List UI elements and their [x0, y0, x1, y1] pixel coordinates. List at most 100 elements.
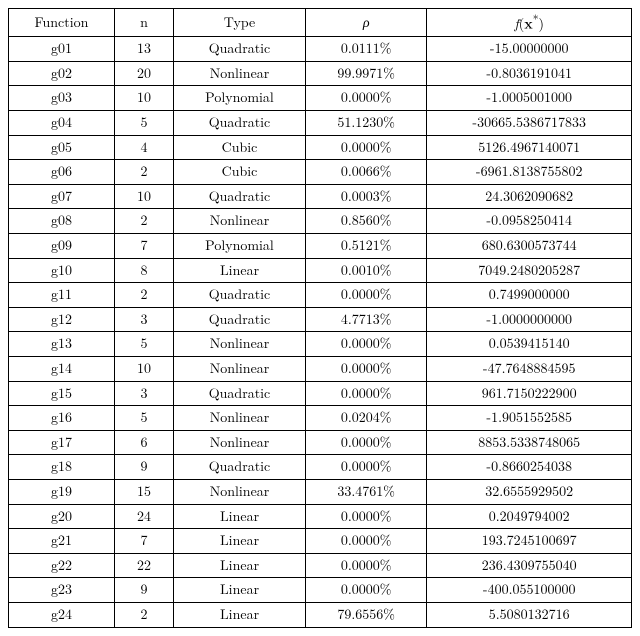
cell-function: g13	[9, 332, 115, 357]
cell-type: Nonlinear	[174, 209, 306, 234]
cell-rho: 0.0000%	[305, 504, 426, 529]
cell-fx: 0.0539415140	[427, 332, 632, 357]
cell-n: 7	[114, 529, 173, 554]
cell-n: 7	[114, 234, 173, 259]
benchmark-functions-table: Function n Type ρ f(x*) g0113Quadratic0.…	[8, 8, 632, 628]
cell-fx: -0.0958250414	[427, 209, 632, 234]
cell-rho: 0.0000%	[305, 135, 426, 160]
cell-type: Linear	[174, 258, 306, 283]
table-row: g045Quadratic51.1230%-30665.5386717833	[9, 111, 632, 136]
table-row: g242Linear79.6556%5.5080132716	[9, 602, 632, 627]
cell-n: 15	[114, 479, 173, 504]
cell-rho: 0.0066%	[305, 160, 426, 185]
cell-type: Linear	[174, 578, 306, 603]
cell-fx: 0.2049794002	[427, 504, 632, 529]
cell-n: 5	[114, 406, 173, 431]
cell-n: 24	[114, 504, 173, 529]
cell-n: 10	[114, 184, 173, 209]
cell-n: 6	[114, 430, 173, 455]
cell-fx: -30665.5386717833	[427, 111, 632, 136]
cell-function: g11	[9, 283, 115, 308]
cell-rho: 0.0000%	[305, 430, 426, 455]
table-row: g108Linear0.0010%7049.2480205287	[9, 258, 632, 283]
cell-function: g18	[9, 455, 115, 480]
cell-fx: 193.7245100697	[427, 529, 632, 554]
cell-function: g21	[9, 529, 115, 554]
cell-type: Polynomial	[174, 234, 306, 259]
cell-rho: 0.0000%	[305, 553, 426, 578]
cell-function: g15	[9, 381, 115, 406]
table-row: g176Nonlinear0.0000%8853.5338748065	[9, 430, 632, 455]
cell-fx: 0.7499000000	[427, 283, 632, 308]
cell-function: g09	[9, 234, 115, 259]
cell-fx: -47.7648884595	[427, 356, 632, 381]
table-row: g0220Nonlinear99.9971%-0.8036191041	[9, 61, 632, 86]
table-row: g054Cubic0.0000%5126.4967140071	[9, 135, 632, 160]
cell-n: 2	[114, 602, 173, 627]
table-row: g2222Linear0.0000%236.4309755040	[9, 553, 632, 578]
cell-rho: 0.0000%	[305, 455, 426, 480]
header-function: Function	[9, 9, 115, 37]
cell-function: g19	[9, 479, 115, 504]
cell-n: 3	[114, 381, 173, 406]
cell-type: Quadratic	[174, 37, 306, 62]
rho-symbol: ρ	[363, 12, 370, 32]
cell-n: 9	[114, 578, 173, 603]
cell-fx: 8853.5338748065	[427, 430, 632, 455]
header-type: Type	[174, 9, 306, 37]
table-header-row: Function n Type ρ f(x*)	[9, 9, 632, 37]
cell-type: Nonlinear	[174, 406, 306, 431]
cell-fx: 5126.4967140071	[427, 135, 632, 160]
cell-type: Quadratic	[174, 381, 306, 406]
cell-n: 22	[114, 553, 173, 578]
cell-fx: -0.8660254038	[427, 455, 632, 480]
table-row: g239Linear0.0000%-400.055100000	[9, 578, 632, 603]
table-row: g097Polynomial0.5121%680.6300573744	[9, 234, 632, 259]
cell-rho: 79.6556%	[305, 602, 426, 627]
cell-type: Nonlinear	[174, 430, 306, 455]
cell-rho: 0.0000%	[305, 578, 426, 603]
fx-x: x	[524, 14, 533, 34]
cell-type: Cubic	[174, 135, 306, 160]
cell-rho: 0.0000%	[305, 283, 426, 308]
header-rho: ρ	[305, 9, 426, 37]
cell-fx: 7049.2480205287	[427, 258, 632, 283]
table-row: g082Nonlinear0.8560%-0.0958250414	[9, 209, 632, 234]
table-row: g2024Linear0.0000%0.2049794002	[9, 504, 632, 529]
cell-fx: -1.9051552585	[427, 406, 632, 431]
cell-type: Linear	[174, 553, 306, 578]
cell-fx: -400.055100000	[427, 578, 632, 603]
cell-type: Cubic	[174, 160, 306, 185]
cell-rho: 0.0010%	[305, 258, 426, 283]
cell-type: Polynomial	[174, 86, 306, 111]
table-row: g0113Quadratic0.0111%-15.00000000	[9, 37, 632, 62]
cell-n: 5	[114, 111, 173, 136]
cell-rho: 0.5121%	[305, 234, 426, 259]
table-row: g062Cubic0.0066%-6961.8138755802	[9, 160, 632, 185]
table-row: g153Quadratic0.0000%961.7150222900	[9, 381, 632, 406]
cell-fx: 24.3062090682	[427, 184, 632, 209]
cell-type: Quadratic	[174, 111, 306, 136]
fx-f: f	[514, 14, 518, 34]
cell-function: g03	[9, 86, 115, 111]
cell-rho: 99.9971%	[305, 61, 426, 86]
table-row: g1410Nonlinear0.0000%-47.7648884595	[9, 356, 632, 381]
cell-function: g12	[9, 307, 115, 332]
cell-n: 2	[114, 209, 173, 234]
cell-type: Quadratic	[174, 184, 306, 209]
cell-rho: 0.0000%	[305, 381, 426, 406]
cell-n: 10	[114, 86, 173, 111]
cell-function: g16	[9, 406, 115, 431]
cell-function: g24	[9, 602, 115, 627]
cell-rho: 51.1230%	[305, 111, 426, 136]
cell-function: g10	[9, 258, 115, 283]
cell-n: 5	[114, 332, 173, 357]
cell-fx: 5.5080132716	[427, 602, 632, 627]
cell-rho: 4.7713%	[305, 307, 426, 332]
cell-n: 3	[114, 307, 173, 332]
cell-n: 13	[114, 37, 173, 62]
cell-function: g20	[9, 504, 115, 529]
cell-rho: 0.0000%	[305, 529, 426, 554]
cell-function: g08	[9, 209, 115, 234]
cell-fx: -15.00000000	[427, 37, 632, 62]
